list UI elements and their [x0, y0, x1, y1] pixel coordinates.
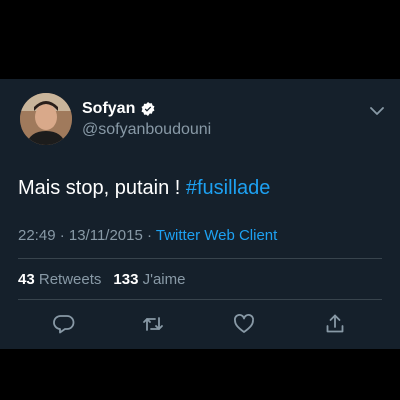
- likes-label: J'aime: [142, 271, 186, 288]
- author-name-row: Sofyan: [82, 100, 156, 118]
- tweet-text: Mais stop, putain ! #fusillade: [18, 176, 270, 200]
- retweet-icon: [143, 317, 163, 331]
- reply-icon: [53, 315, 75, 334]
- retweet-button[interactable]: [141, 312, 165, 336]
- client-link[interactable]: Twitter Web Client: [156, 227, 277, 244]
- tweet-meta: 22:49 · 13/11/2015 · Twitter Web Client: [18, 227, 277, 245]
- share-icon: [326, 314, 344, 333]
- avatar[interactable]: [20, 93, 72, 145]
- chevron-down-icon[interactable]: [369, 105, 385, 117]
- tweet-timestamp[interactable]: 22:49 · 13/11/2015 ·: [18, 227, 156, 244]
- share-button[interactable]: [323, 312, 347, 336]
- likes-stat[interactable]: 133 J'aime: [113, 271, 185, 288]
- reply-button[interactable]: [52, 312, 76, 336]
- divider-bottom: [18, 299, 382, 300]
- retweets-stat[interactable]: 43 Retweets: [18, 271, 101, 288]
- tweet-stats: 43 Retweets 133 J'aime: [18, 271, 185, 289]
- likes-count: 133: [113, 271, 139, 288]
- tweet-card: Sofyan @sofyanboudouni Mais stop, putain…: [0, 79, 400, 349]
- tweet-text-body: Mais stop, putain !: [18, 177, 186, 199]
- author-handle[interactable]: @sofyanboudouni: [82, 121, 211, 139]
- author-display-name[interactable]: Sofyan: [82, 100, 135, 118]
- divider-top: [18, 258, 382, 259]
- profile-photo-icon: [20, 93, 72, 145]
- retweets-label: Retweets: [38, 271, 102, 288]
- hashtag-link[interactable]: #fusillade: [186, 177, 271, 199]
- like-button[interactable]: [232, 312, 256, 336]
- retweets-count: 43: [18, 271, 35, 288]
- verified-badge-icon: [141, 102, 155, 116]
- like-icon: [234, 314, 254, 333]
